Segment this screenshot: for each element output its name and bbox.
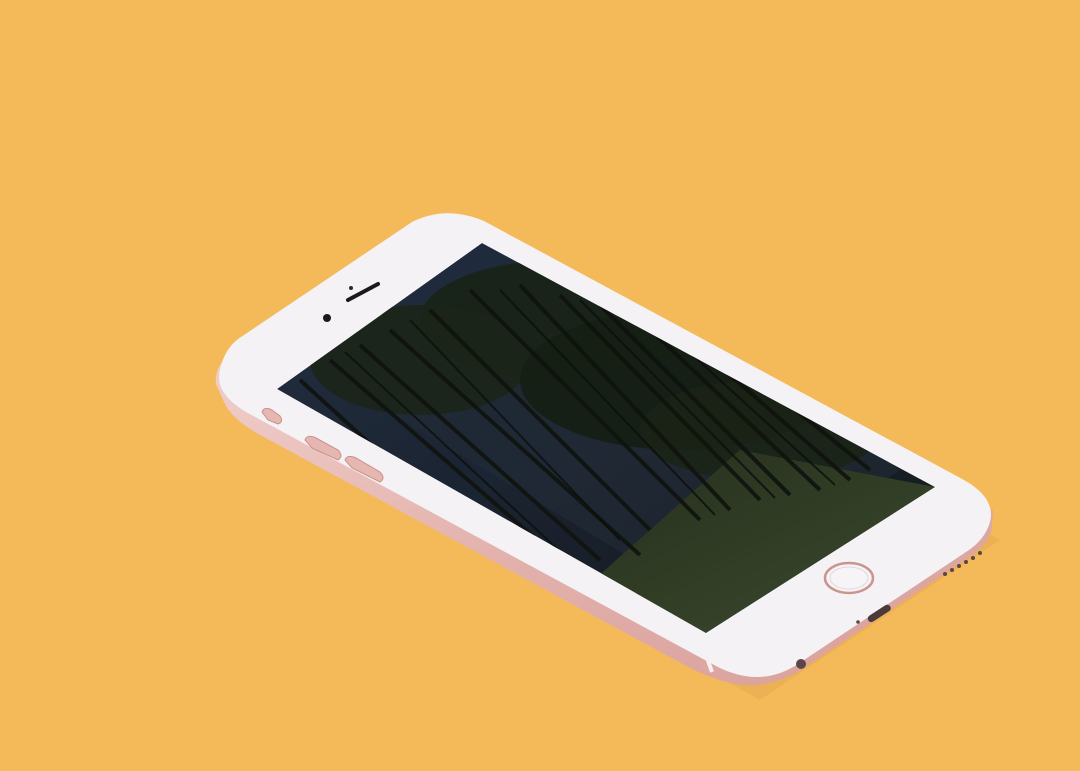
proximity-sensor [349, 286, 353, 290]
home-button[interactable] [823, 561, 875, 595]
phone-mockup-scene [0, 0, 1080, 771]
front-camera [323, 314, 331, 322]
microphone-hole [856, 620, 860, 624]
headphone-jack [796, 659, 806, 669]
